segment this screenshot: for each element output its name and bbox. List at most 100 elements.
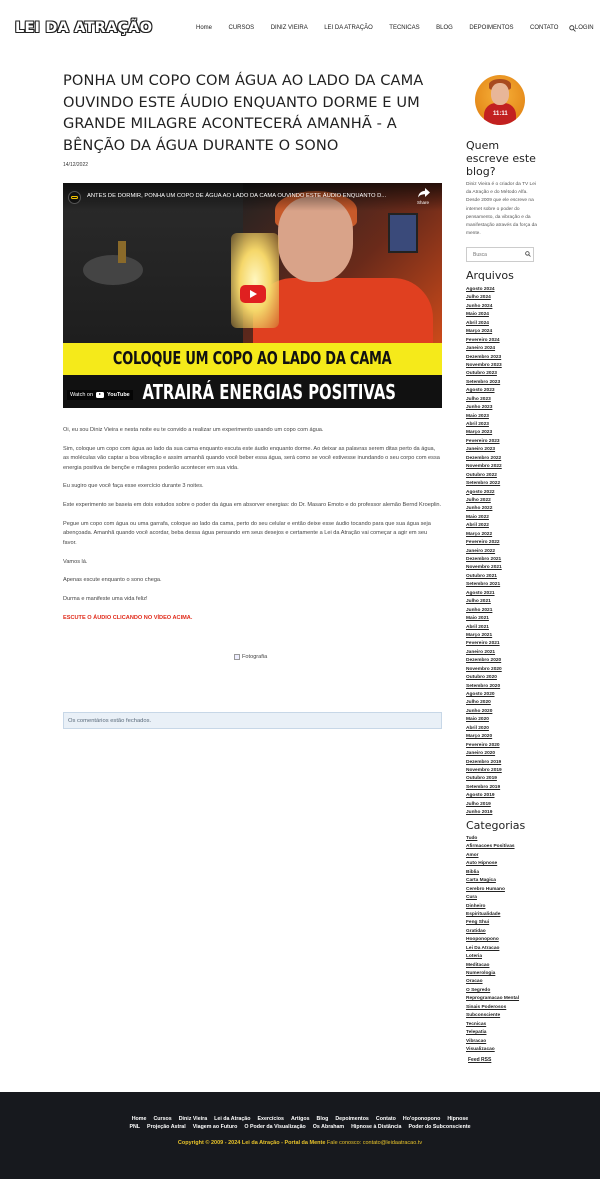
archive-link-abril-2024[interactable]: Abril 2024 — [466, 320, 538, 328]
archive-link-outubro-2021[interactable]: Outubro 2021 — [466, 573, 538, 581]
sidebar-search-input[interactable] — [466, 247, 534, 262]
archive-link-marco-2023[interactable]: Março 2023 — [466, 429, 538, 437]
archive-link-fevereiro-2022[interactable]: Fevereiro 2022 — [466, 539, 538, 547]
share-icon[interactable] — [418, 188, 430, 198]
nav-item-login[interactable]: LOGIN — [575, 25, 594, 31]
archive-link-dezembro-2022[interactable]: Dezembro 2022 — [466, 455, 538, 463]
archive-link-maio-2020[interactable]: Maio 2020 — [466, 716, 538, 724]
archive-link-maio-2021[interactable]: Maio 2021 — [466, 615, 538, 623]
archive-link-setembro-2021[interactable]: Setembro 2021 — [466, 581, 538, 589]
archive-link-novembro-2022[interactable]: Novembro 2022 — [466, 463, 538, 471]
archive-link-fevereiro-2021[interactable]: Fevereiro 2021 — [466, 640, 538, 648]
archive-link-julho-2021[interactable]: Julho 2021 — [466, 598, 538, 606]
footer-link-blog[interactable]: Blog — [317, 1116, 329, 1122]
category-link-auto-hipnose[interactable]: Auto Hipnose — [466, 860, 546, 868]
category-link-gratidao[interactable]: Gratidao — [466, 928, 546, 936]
footer-link-lei-da-atracao[interactable]: Lei da Atração — [214, 1116, 250, 1122]
nav-item-home[interactable]: Home — [196, 25, 212, 31]
category-link-cerebro-humano[interactable]: Cerebro Humano — [466, 886, 546, 894]
category-link-reprogramacao-mental[interactable]: Reprogramacao Mental — [466, 995, 546, 1003]
nav-item-contato[interactable]: CONTATO — [530, 25, 558, 31]
archive-link-setembro-2023[interactable]: Setembro 2023 — [466, 379, 538, 387]
archive-link-janeiro-2024[interactable]: Janeiro 2024 — [466, 345, 538, 353]
archive-link-outubro-2019[interactable]: Outubro 2019 — [466, 775, 538, 783]
archive-link-marco-2024[interactable]: Março 2024 — [466, 328, 538, 336]
archive-link-junho-2024[interactable]: Junho 2024 — [466, 303, 538, 311]
nav-item-depoimentos[interactable]: DEPOIMENTOS — [469, 25, 513, 31]
category-link-biblia[interactable]: Biblia — [466, 869, 546, 877]
archive-link-julho-2019[interactable]: Julho 2019 — [466, 801, 538, 809]
category-link-amor[interactable]: Amor — [466, 852, 546, 860]
archive-link-setembro-2020[interactable]: Setembro 2020 — [466, 683, 538, 691]
share-label[interactable]: Share — [417, 200, 429, 205]
archive-link-agosto-2021[interactable]: Agosto 2021 — [466, 590, 538, 598]
category-link-espiritualidade[interactable]: Espiritualidade — [466, 911, 546, 919]
archive-link-outubro-2020[interactable]: Outubro 2020 — [466, 674, 538, 682]
footer-link-hipnose-a-distancia[interactable]: Hipnose à Distância — [351, 1124, 401, 1130]
footer-link-pnl[interactable]: PNL — [129, 1124, 140, 1130]
nav-item-lei-da-atracao[interactable]: LEI DA ATRAÇÃO — [324, 25, 373, 31]
footer-link-cursos[interactable]: Cursos — [153, 1116, 171, 1122]
archive-link-outubro-2022[interactable]: Outubro 2022 — [466, 472, 538, 480]
search-icon[interactable] — [525, 251, 531, 257]
footer-link-home[interactable]: Home — [132, 1116, 147, 1122]
footer-link-hipnose[interactable]: Hipnose — [447, 1116, 468, 1122]
nav-item-diniz-vieira[interactable]: DINIZ VIEIRA — [271, 25, 308, 31]
archive-link-marco-2021[interactable]: Março 2021 — [466, 632, 538, 640]
archive-link-novembro-2023[interactable]: Novembro 2023 — [466, 362, 538, 370]
archive-link-junho-2023[interactable]: Junho 2023 — [466, 404, 538, 412]
archive-link-janeiro-2023[interactable]: Janeiro 2023 — [466, 446, 538, 454]
category-link-vibracao[interactable]: Vibracao — [466, 1038, 546, 1046]
archive-link-dezembro-2023[interactable]: Dezembro 2023 — [466, 354, 538, 362]
archive-link-setembro-2022[interactable]: Setembro 2022 — [466, 480, 538, 488]
footer-link-poder-do-subconsciente[interactable]: Poder do Subconsciente — [408, 1124, 470, 1130]
archive-link-agosto-2023[interactable]: Agosto 2023 — [466, 387, 538, 395]
footer-link-diniz-vieira[interactable]: Diniz Vieira — [179, 1116, 207, 1122]
archive-link-julho-2023[interactable]: Julho 2023 — [466, 396, 538, 404]
site-logo[interactable]: LEI DA ATRAÇÃO — [15, 20, 152, 36]
archive-link-janeiro-2022[interactable]: Janeiro 2022 — [466, 548, 538, 556]
archive-link-agosto-2022[interactable]: Agosto 2022 — [466, 489, 538, 497]
category-link-tudo[interactable]: Tudo — [466, 835, 546, 843]
category-link-lei-da-atracao[interactable]: Lei Da Atracao — [466, 945, 546, 953]
archive-link-janeiro-2021[interactable]: Janeiro 2021 — [466, 649, 538, 657]
footer-link-viagem-ao-futuro[interactable]: Viagem ao Futuro — [193, 1124, 238, 1130]
category-link-loteria[interactable]: Loteria — [466, 953, 546, 961]
category-link-hooponopono[interactable]: Hooponopono — [466, 936, 546, 944]
category-link-o-segredo[interactable]: O Segredo — [466, 987, 546, 995]
archive-link-agosto-2019[interactable]: Agosto 2019 — [466, 792, 538, 800]
archive-link-maio-2022[interactable]: Maio 2022 — [466, 514, 538, 522]
archive-link-agosto-2024[interactable]: Agosto 2024 — [466, 286, 538, 294]
archive-link-dezembro-2019[interactable]: Dezembro 2019 — [466, 759, 538, 767]
archive-link-abril-2020[interactable]: Abril 2020 — [466, 725, 538, 733]
footer-link-exercicios[interactable]: Exercícios — [257, 1116, 284, 1122]
nav-item-tecnicas[interactable]: TECNICAS — [389, 25, 419, 31]
category-link-afirmacoes-positivas[interactable]: Afirmacoes Positivas — [466, 843, 546, 851]
archive-link-novembro-2021[interactable]: Novembro 2021 — [466, 564, 538, 572]
archive-link-outubro-2023[interactable]: Outubro 2023 — [466, 370, 538, 378]
archive-link-abril-2022[interactable]: Abril 2022 — [466, 522, 538, 530]
play-button-icon[interactable] — [240, 285, 266, 303]
category-link-telepatia[interactable]: Telepatia — [466, 1029, 546, 1037]
archive-link-maio-2024[interactable]: Maio 2024 — [466, 311, 538, 319]
category-link-numerologia[interactable]: Numerologia — [466, 970, 546, 978]
feed-rss-link[interactable]: Feed RSS — [468, 1057, 491, 1063]
category-link-dinheiro[interactable]: Dinheiro — [466, 903, 546, 911]
watch-on-youtube-button[interactable]: Watch on YouTube — [67, 390, 133, 400]
category-link-tecnicas[interactable]: Tecnicas — [466, 1021, 546, 1029]
archive-link-fevereiro-2024[interactable]: Fevereiro 2024 — [466, 337, 538, 345]
category-link-sinais-poderosos[interactable]: Sinais Poderosos — [466, 1004, 546, 1012]
archive-link-agosto-2020[interactable]: Agosto 2020 — [466, 691, 538, 699]
archive-link-marco-2020[interactable]: Março 2020 — [466, 733, 538, 741]
nav-item-cursos[interactable]: CURSOS — [229, 25, 255, 31]
category-link-visualizacao[interactable]: Visualizacao — [466, 1046, 546, 1054]
archive-link-julho-2022[interactable]: Julho 2022 — [466, 497, 538, 505]
archive-link-dezembro-2020[interactable]: Dezembro 2020 — [466, 657, 538, 665]
category-link-subconsciente[interactable]: Subconsciente — [466, 1012, 546, 1020]
nav-item-blog[interactable]: BLOG — [436, 25, 453, 31]
archive-link-julho-2024[interactable]: Julho 2024 — [466, 294, 538, 302]
archive-link-setembro-2019[interactable]: Setembro 2019 — [466, 784, 538, 792]
youtube-video-embed[interactable]: ANTES DE DORMIR, PONHA UM COPO DE ÁGUA A… — [63, 183, 442, 408]
archive-link-maio-2023[interactable]: Maio 2023 — [466, 413, 538, 421]
footer-link-o-poder-da-visualizacao[interactable]: O Poder da Visualização — [244, 1124, 305, 1130]
